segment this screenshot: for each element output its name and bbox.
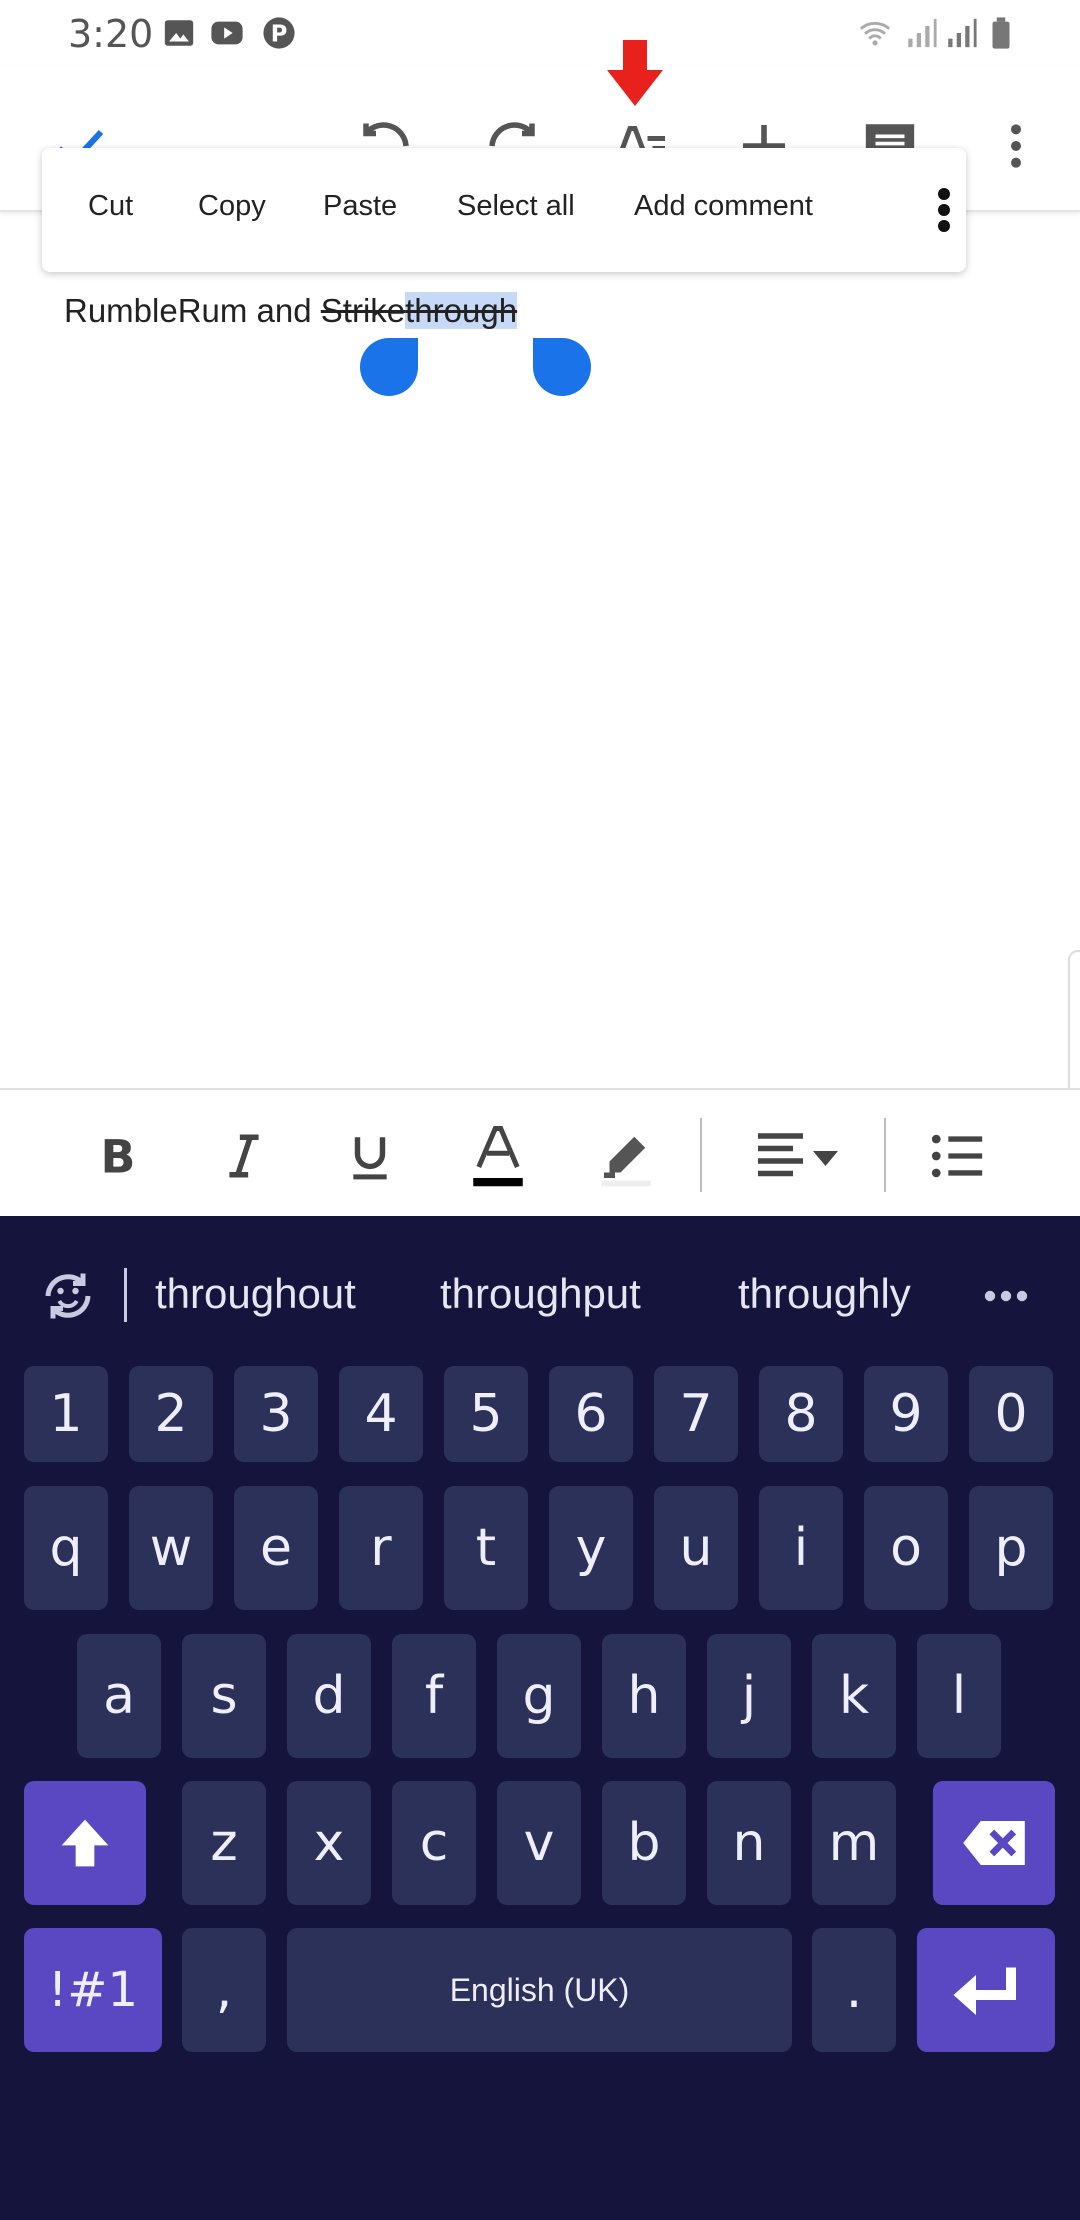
image-icon [164,20,194,46]
svg-text:P: P [271,22,288,48]
key-0[interactable]: 0 [969,1366,1053,1462]
underline-button[interactable] [332,1118,408,1194]
key-c[interactable]: c [392,1781,476,1905]
key-u[interactable]: u [654,1486,738,1610]
key-d[interactable]: d [287,1634,371,1758]
italic-icon [229,1134,259,1178]
selected-text: through [405,292,518,329]
document-text-strikethrough: Strikethrough [320,292,518,329]
youtube-icon [211,21,243,45]
emoji-sync-icon[interactable] [38,1266,98,1326]
text-color-icon [473,1126,523,1187]
suggestion-3[interactable]: throughly [738,1270,911,1318]
svg-text:B: B [101,1131,136,1181]
comma-key[interactable]: , [182,1928,266,2052]
shift-key[interactable] [24,1781,146,1905]
status-bar: 3:20 P [0,0,1080,66]
soft-keyboard: throughout throughput throughly 1 2 3 4 … [0,1216,1080,2220]
selection-handle-end[interactable] [533,338,591,396]
enter-key[interactable] [917,1928,1055,2052]
key-h[interactable]: h [602,1634,686,1758]
key-n[interactable]: n [707,1781,791,1905]
period-key[interactable]: . [812,1928,896,2052]
backspace-icon [963,1821,1025,1865]
key-5[interactable]: 5 [444,1366,528,1462]
key-k[interactable]: k [812,1634,896,1758]
backspace-key[interactable] [933,1781,1055,1905]
key-s[interactable]: s [182,1634,266,1758]
key-1[interactable]: 1 [24,1366,108,1462]
key-3[interactable]: 3 [234,1366,318,1462]
suggestion-1[interactable]: throughout [155,1270,356,1318]
align-button[interactable] [748,1118,848,1194]
format-toolbar: B [0,1088,1080,1216]
more-horiz-icon[interactable] [982,1286,1030,1306]
key-a[interactable]: a [77,1634,161,1758]
bold-icon: B [101,1131,136,1181]
more-options-button[interactable] [976,106,1056,186]
arrow-down-icon [607,40,663,106]
highlight-icon [601,1136,651,1187]
key-t[interactable]: t [444,1486,528,1610]
divider [124,1268,127,1322]
divider [884,1118,886,1192]
key-y[interactable]: y [549,1486,633,1610]
underline-icon [353,1137,387,1180]
key-r[interactable]: r [339,1486,423,1610]
cut-menu-item[interactable]: Cut [88,190,133,223]
paste-menu-item[interactable]: Paste [323,190,397,223]
align-icon [758,1133,838,1177]
context-menu: Cut Copy Paste Select all Add comment [42,148,966,272]
suggestion-bar: throughout throughput throughly [0,1216,1080,1366]
key-6[interactable]: 6 [549,1366,633,1462]
key-o[interactable]: o [864,1486,948,1610]
signal-icon [948,18,977,48]
key-l[interactable]: l [917,1634,1001,1758]
list-icon [931,1134,983,1178]
shift-icon [61,1819,109,1867]
key-4[interactable]: 4 [339,1366,423,1462]
suggestion-2[interactable]: throughput [440,1270,641,1318]
selection-handle-start[interactable] [360,338,418,396]
add-comment-menu-item[interactable]: Add comment [634,190,813,223]
strike-text-unselected: Strike [320,292,406,329]
italic-button[interactable] [206,1118,282,1194]
key-7[interactable]: 7 [654,1366,738,1462]
wifi-icon [859,21,891,46]
document-body-text[interactable]: RumbleRum and Strikethrough [64,292,518,330]
signal-icon [908,18,937,48]
list-button[interactable] [920,1118,996,1194]
enter-icon [953,1967,1016,2015]
key-m[interactable]: m [812,1781,896,1905]
text-color-button[interactable] [460,1118,536,1194]
key-p[interactable]: p [969,1486,1053,1610]
battery-icon [992,17,1010,49]
key-2[interactable]: 2 [129,1366,213,1462]
document-text-plain: RumbleRum and [64,292,321,329]
key-z[interactable]: z [182,1781,266,1905]
key-w[interactable]: w [129,1486,213,1610]
status-time: 3:20 [68,12,154,56]
symbols-key[interactable]: !#1 [24,1928,162,2052]
key-v[interactable]: v [497,1781,581,1905]
more-vert-icon [1011,124,1021,168]
divider [700,1118,702,1192]
pinterest-icon: P [263,17,295,49]
key-g[interactable]: g [497,1634,581,1758]
highlight-button[interactable] [588,1118,664,1194]
key-q[interactable]: q [24,1486,108,1610]
key-i[interactable]: i [759,1486,843,1610]
key-x[interactable]: x [287,1781,371,1905]
bold-button[interactable]: B [80,1118,156,1194]
select-all-menu-item[interactable]: Select all [457,190,575,223]
space-key[interactable]: English (UK) [287,1928,792,2052]
key-f[interactable]: f [392,1634,476,1758]
key-j[interactable]: j [707,1634,791,1758]
key-b[interactable]: b [602,1781,686,1905]
key-9[interactable]: 9 [864,1366,948,1462]
key-e[interactable]: e [234,1486,318,1610]
more-vert-icon[interactable] [924,186,964,234]
copy-menu-item[interactable]: Copy [198,190,266,223]
key-8[interactable]: 8 [759,1366,843,1462]
